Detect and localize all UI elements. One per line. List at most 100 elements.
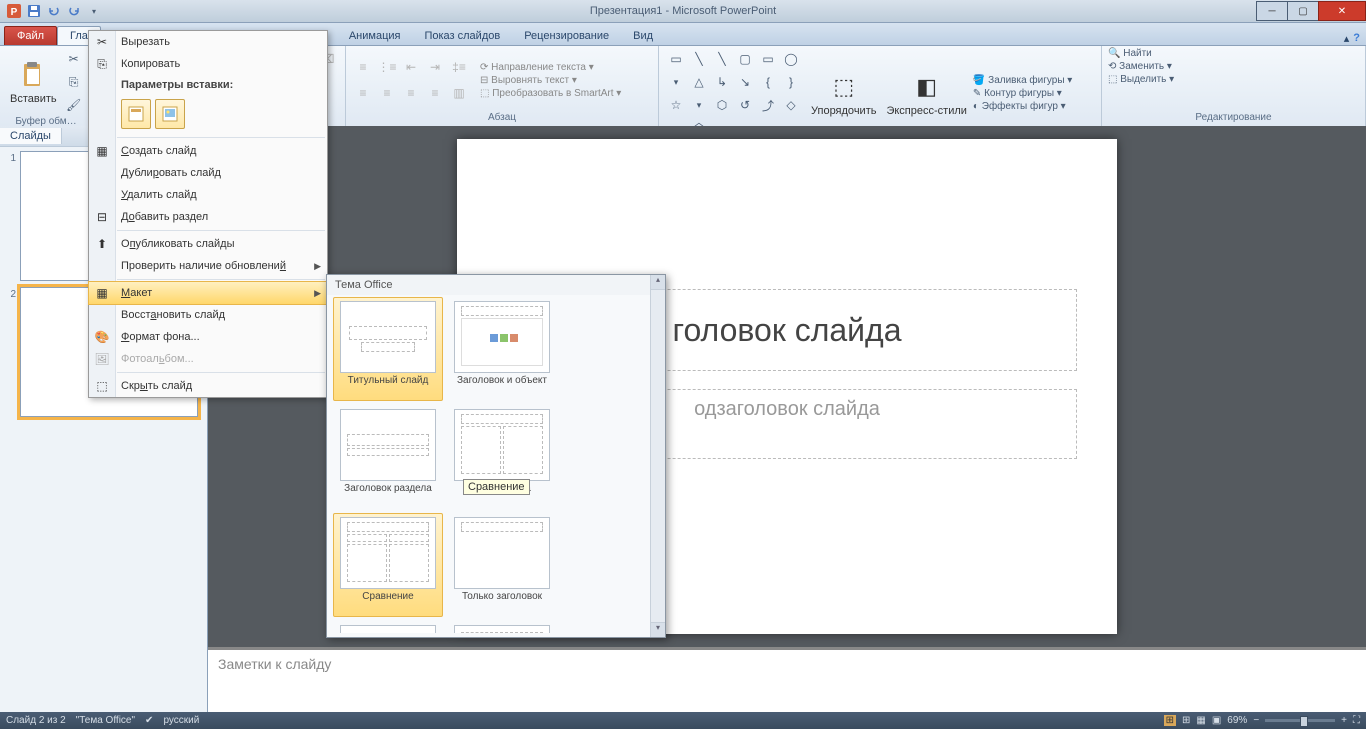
ctx-layout[interactable]: ▦Макет▶ [88, 281, 328, 305]
line-spacing-icon[interactable]: ‡≡ [448, 56, 470, 78]
tab-file[interactable]: Файл [4, 26, 57, 45]
convert-smartart-button[interactable]: ⬚ Преобразовать в SmartArt ▾ [480, 88, 621, 99]
fit-window-icon[interactable]: ⛶ [1353, 715, 1360, 726]
view-sorter-icon[interactable]: ⊞ [1182, 715, 1190, 726]
group-paragraph: ≡ ⋮≡ ⇤ ⇥ ‡≡ ≡ ≡ ≡ ≡ ▥ ⟳ Направление текс… [346, 46, 659, 126]
status-theme: "Тема Office" [76, 715, 135, 726]
cut-icon: ✂ [93, 35, 111, 49]
status-bar: Слайд 2 из 2 "Тема Office" ✔ русский ⊞ ⊞… [0, 712, 1366, 729]
paste-option-theme[interactable] [121, 99, 151, 129]
bullets-icon[interactable]: ≡ [352, 56, 374, 78]
replace-button[interactable]: ⟲ Заменить ▾ [1108, 61, 1172, 72]
ctx-copy[interactable]: ⎘Копировать [89, 53, 327, 75]
ctx-format-background[interactable]: 🎨Формат фона... [89, 326, 327, 348]
outdent-icon[interactable]: ⇤ [400, 56, 422, 78]
help-icon[interactable]: ? [1353, 32, 1360, 45]
layout-gallery: ▴ ▾ Тема Office Титульный слайд Заголово… [326, 274, 666, 638]
tab-animations[interactable]: Анимация [337, 27, 413, 45]
ctx-cut[interactable]: ✂Вырезать [89, 31, 327, 53]
copy-icon[interactable]: ⎘ [63, 71, 85, 93]
layout-item-section-header[interactable]: Заголовок раздела [333, 405, 443, 509]
title-bar: P ▾ Презентация1 - Microsoft PowerPoint … [0, 0, 1366, 23]
layout-item-blank[interactable]: Пустой слайд [333, 621, 443, 633]
numbering-icon[interactable]: ⋮≡ [376, 56, 398, 78]
shape-fill-button[interactable]: 🪣 Заливка фигуры ▾ [973, 75, 1072, 86]
qat-customize-icon[interactable]: ▾ [86, 3, 102, 19]
close-button[interactable]: ✕ [1318, 1, 1366, 21]
ctx-publish-slides[interactable]: ⬆Опубликовать слайды [89, 233, 327, 255]
justify-icon[interactable]: ≡ [424, 82, 446, 104]
arrange-button[interactable]: ⬚Упорядочить [807, 69, 880, 119]
paste-icon [17, 59, 49, 91]
tab-view[interactable]: Вид [621, 27, 665, 45]
save-icon[interactable] [26, 3, 42, 19]
redo-icon[interactable] [66, 3, 82, 19]
ctx-delete-slide[interactable]: Удалить слайд [89, 184, 327, 206]
group-editing: 🔍 Найти ⟲ Заменить ▾ ⬚ Выделить ▾ Редакт… [1102, 46, 1366, 126]
panel-tab-slides[interactable]: Слайды [0, 128, 62, 144]
select-button[interactable]: ⬚ Выделить ▾ [1108, 74, 1174, 85]
align-text-button[interactable]: ⊟ Выровнять текст ▾ [480, 75, 621, 86]
gallery-scrollbar[interactable]: ▴ ▾ [650, 275, 665, 637]
layout-item-title-slide[interactable]: Титульный слайд [333, 297, 443, 401]
scroll-down-icon[interactable]: ▾ [651, 622, 665, 637]
quick-styles-button[interactable]: ◧Экспресс-стили [882, 69, 970, 119]
ctx-duplicate-slide[interactable]: Дублировать слайд [89, 162, 327, 184]
paste-button[interactable]: Вставить [6, 57, 61, 107]
zoom-slider[interactable] [1265, 719, 1335, 722]
quick-styles-icon: ◧ [911, 71, 943, 103]
publish-icon: ⬆ [93, 237, 111, 251]
view-normal-icon[interactable]: ⊞ [1164, 715, 1176, 726]
paste-option-picture[interactable] [155, 99, 185, 129]
ctx-paste-header: Параметры вставки: [89, 75, 327, 95]
ctx-check-updates[interactable]: Проверить наличие обновлений▶ [89, 255, 327, 277]
layout-item-title-only[interactable]: Только заголовок [447, 513, 557, 617]
shape-outline-button[interactable]: ✎ Контур фигуры ▾ [973, 88, 1072, 99]
app-icon[interactable]: P [6, 3, 22, 19]
shape-effects-button[interactable]: ◐ Эффекты фигур ▾ [973, 101, 1072, 112]
align-right-icon[interactable]: ≡ [400, 82, 422, 104]
tab-review[interactable]: Рецензирование [512, 27, 621, 45]
minimize-button[interactable]: ─ [1256, 1, 1288, 21]
scroll-up-icon[interactable]: ▴ [651, 275, 665, 290]
layout-item-content-caption[interactable]: Объект с подписью [447, 621, 557, 633]
context-menu: ✂Вырезать ⎘Копировать Параметры вставки:… [88, 30, 328, 398]
zoom-level[interactable]: 69% [1227, 715, 1247, 726]
ctx-hide-slide[interactable]: ⬚Скрыть слайд [89, 375, 327, 397]
cut-icon[interactable]: ✂ [63, 48, 85, 70]
chevron-right-icon: ▶ [314, 288, 321, 299]
svg-text:P: P [11, 7, 18, 18]
undo-icon[interactable] [46, 3, 62, 19]
view-reading-icon[interactable]: ▦ [1196, 715, 1205, 726]
status-slide-count: Слайд 2 из 2 [6, 715, 66, 726]
spell-check-icon[interactable]: ✔ [145, 715, 153, 726]
view-slideshow-icon[interactable]: ▣ [1212, 715, 1221, 726]
zoom-in-icon[interactable]: + [1341, 715, 1347, 726]
quick-access-toolbar: P ▾ [0, 3, 102, 19]
format-painter-icon[interactable]: 🖌 [63, 94, 85, 116]
tab-slideshow[interactable]: Показ слайдов [412, 27, 512, 45]
align-left-icon[interactable]: ≡ [352, 82, 374, 104]
text-direction-button[interactable]: ⟳ Направление текста ▾ [480, 62, 621, 73]
ctx-add-section[interactable]: ⊟Добавить раздел [89, 206, 327, 228]
align-center-icon[interactable]: ≡ [376, 82, 398, 104]
format-bg-icon: 🎨 [93, 330, 111, 344]
columns-icon[interactable]: ▥ [448, 82, 470, 104]
window-title: Презентация1 - Microsoft PowerPoint [0, 5, 1366, 17]
zoom-out-icon[interactable]: − [1253, 715, 1259, 726]
find-button[interactable]: 🔍 Найти [1108, 48, 1152, 59]
indent-icon[interactable]: ⇥ [424, 56, 446, 78]
layout-item-title-content[interactable]: Заголовок и объект [447, 297, 557, 401]
minimize-ribbon-icon[interactable]: ▴ [1344, 32, 1350, 45]
status-language[interactable]: русский [163, 715, 199, 726]
layout-item-comparison[interactable]: Сравнение [333, 513, 443, 617]
maximize-button[interactable]: ▢ [1287, 1, 1319, 21]
gallery-body: Титульный слайд Заголовок и объект Загол… [327, 295, 655, 633]
layout-icon: ▦ [93, 286, 111, 300]
copy-icon: ⎘ [93, 57, 111, 72]
hide-slide-icon: ⬚ [93, 379, 111, 393]
ctx-new-slide[interactable]: ▦ССоздать слайдоздать слайд [89, 140, 327, 162]
notes-pane[interactable]: Заметки к слайду [208, 647, 1366, 712]
photo-album-icon: 🖼 [93, 352, 111, 366]
ctx-reset-slide[interactable]: Восстановить слайд [89, 304, 327, 326]
